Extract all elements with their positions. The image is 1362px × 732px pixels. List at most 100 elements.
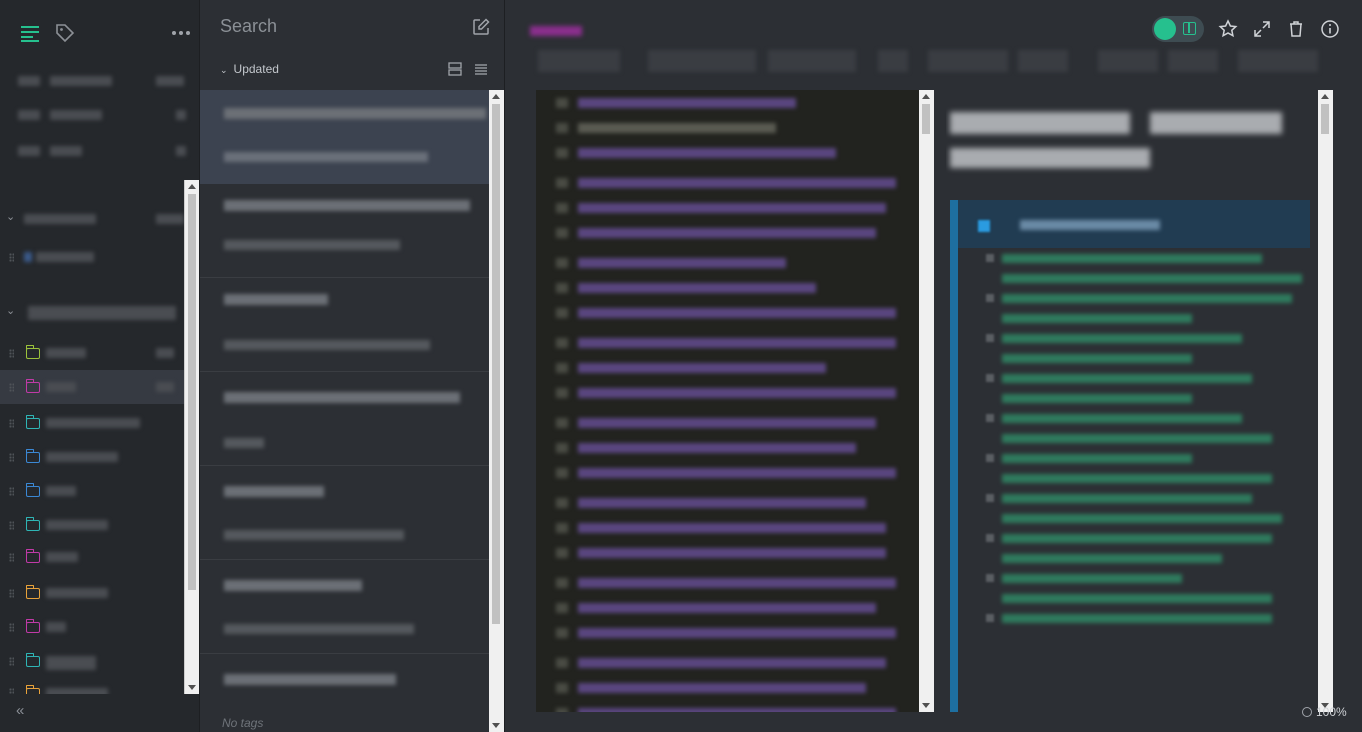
- preview-scrollbar[interactable]: [1318, 90, 1333, 712]
- preview-line: [1002, 534, 1272, 543]
- editor-line: [578, 578, 896, 588]
- editor-gutter-mark: [556, 98, 568, 108]
- list-bullet: [986, 494, 994, 502]
- tag-icon[interactable]: [54, 22, 76, 44]
- editor-gutter-mark: [556, 498, 568, 508]
- list-item[interactable]: [200, 560, 489, 654]
- note-editor-area: 100%: [506, 0, 1362, 732]
- sort-dropdown[interactable]: ⌄ Updated: [220, 62, 279, 76]
- sidebar-item-favorites[interactable]: [0, 100, 186, 130]
- tag-chip[interactable]: [648, 50, 756, 72]
- sidebar: ⌄ ⌄ «: [0, 0, 200, 732]
- editor-line: [578, 523, 886, 533]
- sidebar-item-trash[interactable]: [0, 136, 186, 166]
- editor-line: [578, 658, 886, 668]
- trash-icon[interactable]: [1286, 19, 1306, 39]
- editor-line: [578, 258, 786, 268]
- folder-icon: [25, 345, 40, 359]
- sidebar-folder[interactable]: [0, 442, 186, 472]
- app-window: ⌄ ⌄ « Search ⌄ Updated No tags 100%: [0, 0, 1362, 732]
- notes-list-icon[interactable]: [19, 22, 41, 44]
- sidebar-item-all-notes[interactable]: [0, 66, 186, 96]
- chevron-down-icon[interactable]: ⌄: [6, 304, 15, 317]
- list-bullet: [986, 374, 994, 382]
- star-icon[interactable]: [1218, 19, 1238, 39]
- sidebar-item-notebook[interactable]: [0, 242, 186, 272]
- sidebar-scrollbar[interactable]: [184, 180, 199, 694]
- split-view-toggle[interactable]: [1152, 16, 1204, 42]
- sidebar-folder[interactable]: [0, 612, 186, 642]
- folder-icon: [25, 585, 40, 599]
- list-item[interactable]: [200, 372, 489, 466]
- sidebar-folder-selected[interactable]: [0, 370, 186, 404]
- tag-chip[interactable]: [1098, 50, 1158, 72]
- list-view-icon[interactable]: [474, 62, 488, 76]
- editor-line: [578, 228, 876, 238]
- folder-icon: [25, 379, 40, 393]
- editor-line: [578, 443, 856, 453]
- sidebar-folder[interactable]: [0, 646, 186, 676]
- more-dots-icon[interactable]: [170, 22, 192, 44]
- sidebar-folder[interactable]: [0, 680, 186, 694]
- sidebar-folder[interactable]: [0, 408, 186, 438]
- collapse-sidebar-icon[interactable]: «: [16, 702, 24, 719]
- tag-chip[interactable]: [1018, 50, 1068, 72]
- editor-gutter-mark: [556, 578, 568, 588]
- editor-gutter-mark: [556, 603, 568, 613]
- editor-line: [578, 338, 896, 348]
- search-input[interactable]: Search: [220, 16, 277, 37]
- editor-scrollbar[interactable]: [919, 90, 934, 712]
- list-item[interactable]: [200, 184, 489, 278]
- sidebar-section-header[interactable]: ⌄: [0, 204, 186, 234]
- zoom-level: 100%: [1316, 705, 1347, 719]
- tag-chip[interactable]: [928, 50, 1008, 72]
- sort-label: Updated: [233, 62, 279, 76]
- editor-gutter-mark: [556, 523, 568, 533]
- list-item[interactable]: [200, 466, 489, 560]
- list-item[interactable]: [200, 654, 489, 694]
- editor-line: [578, 628, 896, 638]
- editor-line: [578, 418, 876, 428]
- editor-gutter-mark: [556, 708, 568, 712]
- sidebar-section-header-folders[interactable]: ⌄: [0, 298, 186, 328]
- preview-line: [1002, 294, 1292, 303]
- sidebar-folder[interactable]: [0, 476, 186, 506]
- breadcrumb[interactable]: [530, 26, 582, 36]
- editor-gutter-mark: [556, 628, 568, 638]
- editor-line: [578, 283, 816, 293]
- list-item[interactable]: [200, 90, 489, 184]
- preview-line: [1002, 594, 1272, 603]
- compose-icon[interactable]: [472, 18, 490, 36]
- editor-gutter-mark: [556, 228, 568, 238]
- preview-title: [1150, 112, 1282, 134]
- preview-line: [1002, 454, 1192, 463]
- preview-line: [1002, 314, 1192, 323]
- note-tags-bar: [538, 46, 1358, 74]
- info-icon[interactable]: [1320, 19, 1340, 39]
- expand-icon[interactable]: [1252, 19, 1272, 39]
- notes-list-scrollbar[interactable]: [489, 90, 504, 732]
- sidebar-folder[interactable]: [0, 542, 186, 572]
- card-view-icon[interactable]: [448, 62, 462, 76]
- editor-line: [578, 123, 776, 133]
- editor-gutter-mark: [556, 258, 568, 268]
- editor-line: [578, 388, 896, 398]
- preview-title: [950, 112, 1130, 134]
- editor-gutter-mark: [556, 548, 568, 558]
- chevron-down-icon[interactable]: ⌄: [6, 210, 15, 223]
- sidebar-folder[interactable]: [0, 578, 186, 608]
- folder-icon: [25, 549, 40, 563]
- list-item[interactable]: [200, 278, 489, 372]
- tag-chip[interactable]: [768, 50, 856, 72]
- zoom-icon: [1302, 707, 1312, 717]
- list-bullet: [986, 294, 994, 302]
- editor-gutter-mark: [556, 683, 568, 693]
- zoom-indicator[interactable]: 100%: [1302, 705, 1347, 719]
- tag-chip[interactable]: [538, 50, 620, 72]
- tag-chip[interactable]: [878, 50, 908, 72]
- sidebar-folder[interactable]: [0, 510, 186, 540]
- sidebar-folder[interactable]: [0, 338, 186, 368]
- tag-chip[interactable]: [1168, 50, 1218, 72]
- tag-chip[interactable]: [1238, 50, 1318, 72]
- markdown-editor[interactable]: [536, 90, 919, 712]
